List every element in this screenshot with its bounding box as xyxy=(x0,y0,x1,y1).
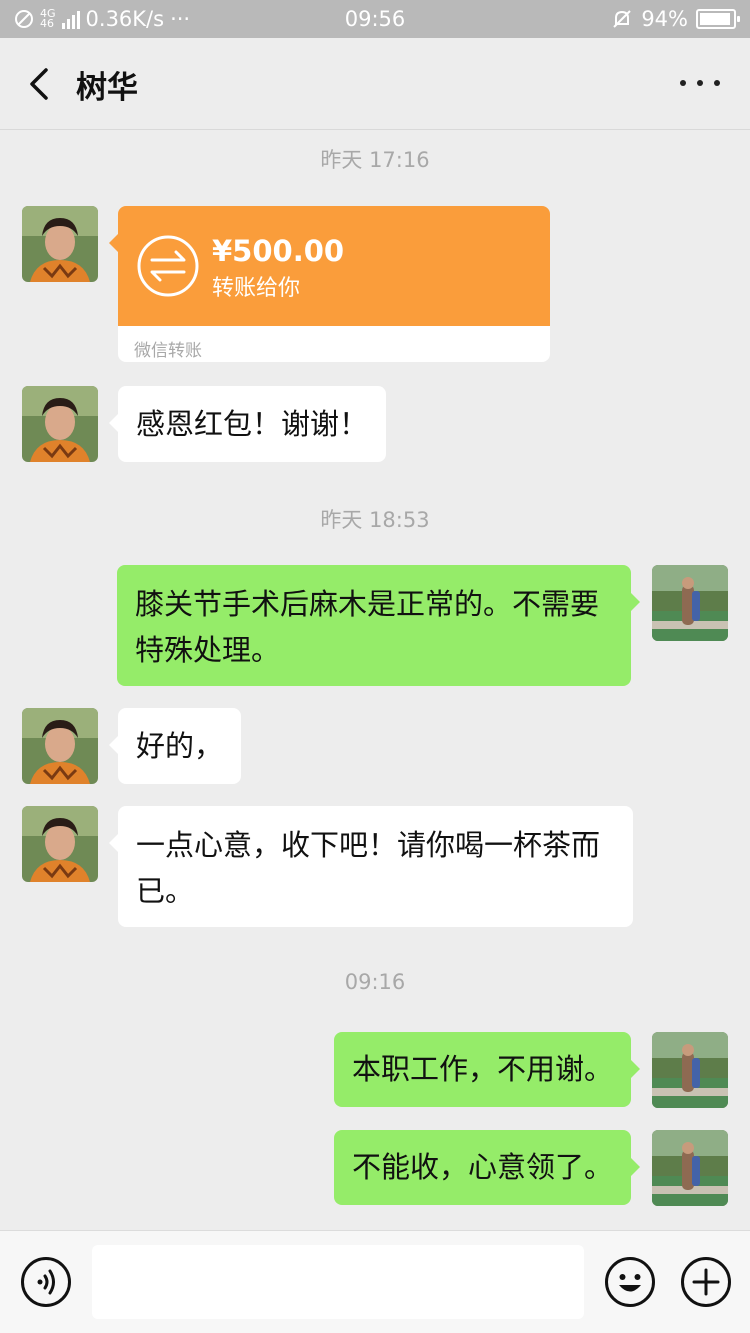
incoming-message[interactable]: 一点心意，收下吧！请你喝一杯茶而已。 xyxy=(109,806,633,927)
outgoing-message[interactable]: 本职工作，不用谢。 xyxy=(333,1032,641,1107)
my-avatar[interactable] xyxy=(652,1032,728,1108)
input-bar xyxy=(0,1230,750,1333)
my-avatar-image xyxy=(652,565,728,641)
more-dot xyxy=(680,80,686,86)
more-options-button[interactable] xyxy=(680,68,720,98)
contact-avatar-image xyxy=(22,206,98,282)
timestamp: 昨天 17:16 xyxy=(320,148,430,172)
contact-avatar[interactable] xyxy=(22,806,98,882)
transfer-amount: ¥500.00 xyxy=(212,234,345,268)
transfer-card-body: ¥500.00 转账给你 xyxy=(109,206,550,326)
transfer-arrows-icon xyxy=(137,235,199,297)
contact-avatar-image xyxy=(22,806,98,882)
back-button[interactable] xyxy=(22,62,62,106)
incoming-message[interactable]: 好的， xyxy=(108,708,242,784)
contact-avatar[interactable] xyxy=(22,708,98,784)
my-avatar[interactable] xyxy=(652,565,728,641)
transfer-card[interactable]: ¥500.00 转账给你 微信转账 xyxy=(109,206,550,362)
page-title: 树华 xyxy=(76,70,138,106)
emoji-icon xyxy=(605,1257,655,1307)
emoji-button[interactable] xyxy=(604,1256,656,1308)
contact-avatar[interactable] xyxy=(22,206,98,282)
outgoing-message[interactable]: 不能收，心意领了。 xyxy=(333,1130,641,1205)
chat-header: 树华 xyxy=(0,38,750,130)
contact-avatar-image xyxy=(22,386,98,462)
voice-button[interactable] xyxy=(20,1256,72,1308)
battery-icon xyxy=(696,9,740,29)
my-avatar-image xyxy=(652,1032,728,1108)
more-dot xyxy=(714,80,720,86)
outgoing-message[interactable]: 膝关节手术后麻木是正常的。不需要特殊处理。 xyxy=(117,565,640,686)
plus-icon xyxy=(681,1257,731,1307)
my-avatar[interactable] xyxy=(652,1130,728,1206)
add-more-button[interactable] xyxy=(680,1256,732,1308)
timestamp: 09:16 xyxy=(344,970,406,994)
battery-percent: 94% xyxy=(641,7,688,31)
transfer-footer: 微信转账 xyxy=(118,326,550,362)
incoming-message[interactable]: 感恩红包！谢谢！ xyxy=(108,386,387,462)
voice-icon xyxy=(21,1257,71,1307)
status-bar: 4G 46 0.36K/s ··· 09:56 94% xyxy=(0,0,750,38)
status-right: 94% xyxy=(611,7,740,31)
contact-avatar-image xyxy=(22,708,98,784)
contact-avatar[interactable] xyxy=(22,386,98,462)
more-dot xyxy=(697,80,703,86)
message-input[interactable] xyxy=(92,1245,584,1319)
mute-bell-icon xyxy=(613,10,632,28)
transfer-description: 转账给你 xyxy=(212,276,301,301)
my-avatar-image xyxy=(652,1130,728,1206)
timestamp: 昨天 18:53 xyxy=(320,508,430,532)
chevron-left-icon xyxy=(30,68,48,100)
